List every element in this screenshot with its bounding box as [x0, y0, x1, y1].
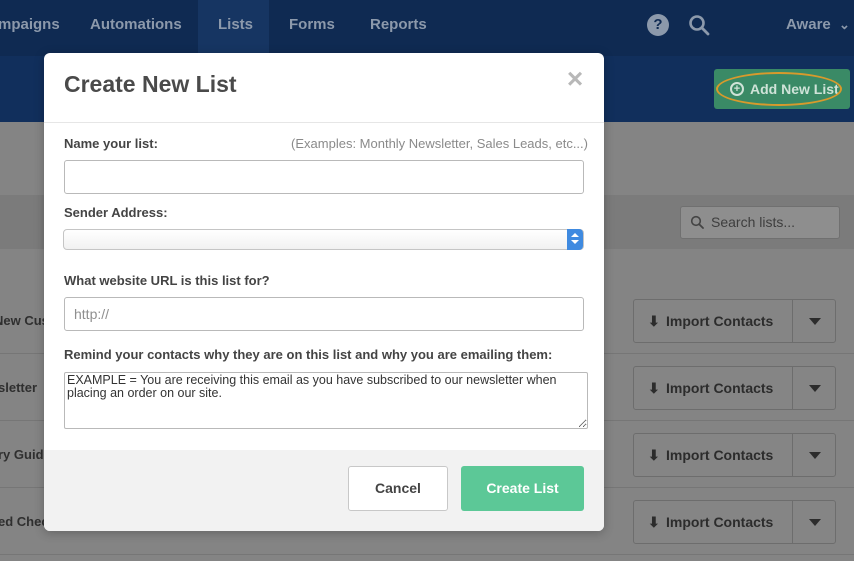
sender-address-select[interactable]	[63, 229, 584, 250]
nav-label: Reports	[370, 16, 427, 33]
chevron-down-icon: ⌄	[838, 17, 850, 32]
close-icon[interactable]: ×	[563, 65, 587, 93]
list-name[interactable]: ed Chec	[0, 488, 49, 555]
search-lists-input[interactable]: Search lists...	[680, 206, 840, 239]
search-icon[interactable]	[688, 14, 710, 36]
row-actions-dropdown[interactable]	[792, 366, 836, 410]
list-name[interactable]: sletter	[0, 354, 37, 421]
account-menu[interactable]: Aware ⌄	[786, 0, 850, 56]
nav-item-forms[interactable]: Forms	[289, 0, 335, 56]
download-icon: ⬇	[648, 514, 660, 530]
divider	[44, 122, 604, 123]
download-icon: ⬇	[648, 447, 660, 463]
import-contacts-button[interactable]: ⬇ Import Contacts	[633, 299, 793, 343]
import-label: Import Contacts	[666, 447, 774, 463]
nav-label: Forms	[289, 16, 335, 33]
caret-down-icon	[809, 519, 821, 526]
caret-down-icon	[809, 452, 821, 459]
list-name-input[interactable]	[64, 160, 584, 194]
select-arrows-icon	[567, 229, 583, 250]
row-actions-dropdown[interactable]	[792, 299, 836, 343]
search-icon	[690, 215, 704, 229]
list-name[interactable]: New Cus	[0, 287, 49, 354]
nav-item-reports[interactable]: Reports	[370, 0, 427, 56]
search-placeholder: Search lists...	[711, 214, 796, 230]
row-actions-dropdown[interactable]	[792, 500, 836, 544]
highlight-annotation	[716, 72, 842, 106]
list-name-label: Name your list:	[64, 136, 158, 151]
nav-label: mpaigns	[0, 16, 60, 33]
reminder-label: Remind your contacts why they are on thi…	[64, 347, 553, 362]
list-name[interactable]: ry Guid	[0, 421, 44, 488]
import-label: Import Contacts	[666, 313, 774, 329]
caret-down-icon	[809, 385, 821, 392]
create-list-button[interactable]: Create List	[461, 466, 584, 511]
top-navigation: mpaigns Automations Lists Forms Reports …	[0, 0, 854, 56]
list-name-hint: (Examples: Monthly Newsletter, Sales Lea…	[291, 136, 588, 151]
caret-down-icon	[809, 318, 821, 325]
dialog-title: Create New List	[64, 71, 237, 97]
sender-address-label: Sender Address:	[64, 205, 168, 220]
dialog-footer: Cancel Create List	[44, 450, 604, 531]
import-contacts-button[interactable]: ⬇ Import Contacts	[633, 433, 793, 477]
reminder-textarea[interactable]: EXAMPLE = You are receiving this email a…	[64, 372, 588, 429]
cancel-button[interactable]: Cancel	[348, 466, 448, 511]
import-label: Import Contacts	[666, 514, 774, 530]
nav-item-automations[interactable]: Automations	[90, 0, 182, 56]
import-label: Import Contacts	[666, 380, 774, 396]
nav-item-campaigns[interactable]: mpaigns	[0, 0, 68, 56]
help-icon[interactable]: ?	[647, 14, 669, 36]
website-url-input[interactable]	[64, 297, 584, 331]
row-actions-dropdown[interactable]	[792, 433, 836, 477]
website-url-label: What website URL is this list for?	[64, 273, 270, 288]
account-name: Aware	[786, 16, 831, 33]
nav-item-lists[interactable]: Lists	[198, 0, 269, 56]
nav-label: Automations	[90, 16, 182, 33]
download-icon: ⬇	[648, 380, 660, 396]
import-contacts-button[interactable]: ⬇ Import Contacts	[633, 500, 793, 544]
create-list-dialog: Create New List × Name your list: (Examp…	[44, 53, 604, 531]
import-contacts-button[interactable]: ⬇ Import Contacts	[633, 366, 793, 410]
nav-label: Lists	[218, 16, 254, 33]
download-icon: ⬇	[648, 313, 660, 329]
